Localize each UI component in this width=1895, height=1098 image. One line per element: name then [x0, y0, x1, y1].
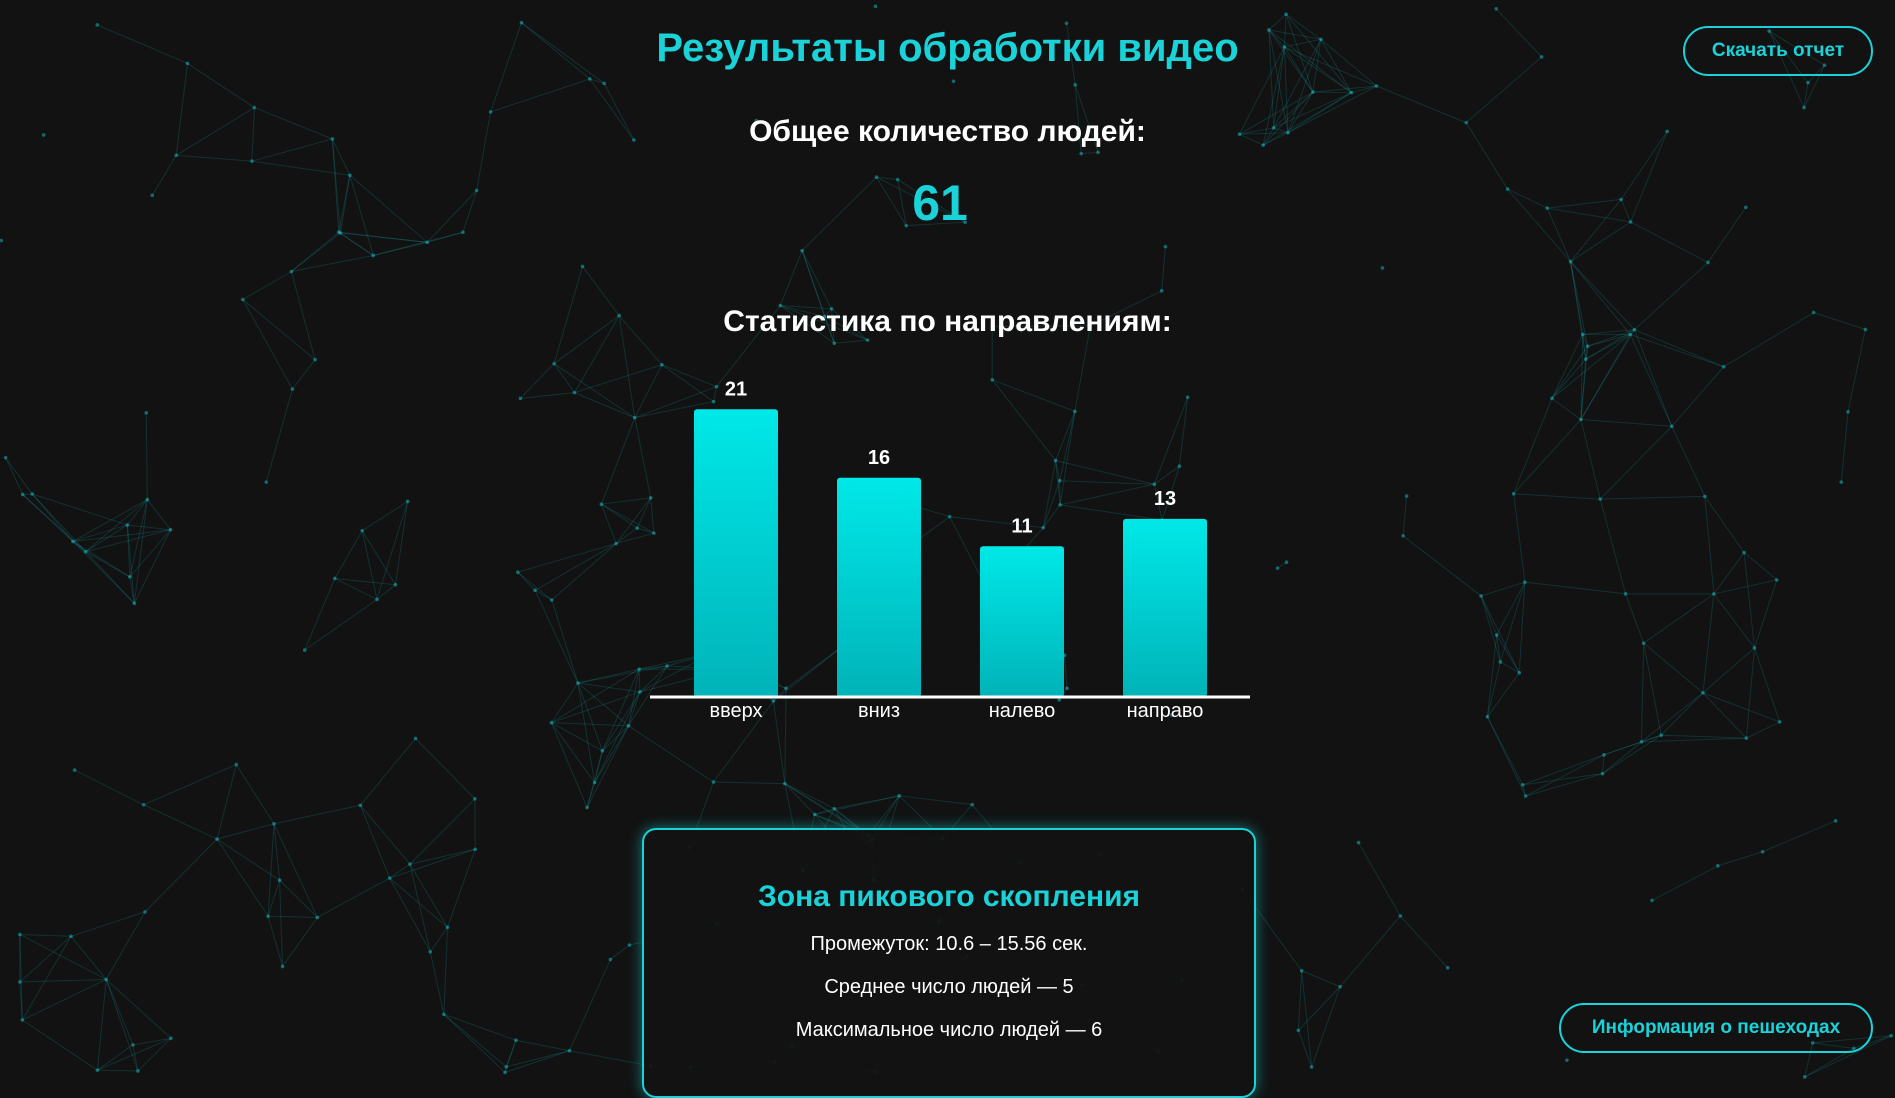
results-page: Результаты обработки видео Скачать отчет…	[0, 0, 1895, 1079]
bar-value-label: 21	[725, 378, 747, 400]
page-title: Результаты обработки видео	[0, 26, 1895, 71]
bar-value-label: 16	[868, 447, 890, 469]
bar-2	[980, 546, 1064, 697]
category-label: налево	[989, 700, 1055, 722]
total-people-value: 61	[0, 174, 1880, 232]
bar-value-label: 11	[1011, 515, 1032, 537]
bar-0	[694, 409, 778, 697]
total-people-label: Общее количество людей:	[0, 115, 1895, 149]
directions-stats-label: Статистика по направлениям:	[0, 305, 1895, 339]
bar-3	[1123, 519, 1207, 697]
bar-value-label: 13	[1154, 488, 1176, 510]
download-report-button[interactable]: Скачать отчет	[1683, 26, 1873, 76]
bar-1	[837, 478, 921, 697]
peak-zone-title: Зона пикового скопления	[644, 880, 1254, 914]
directions-bar-chart: 21 вверх 16 вниз 11 налево 13 направо	[640, 365, 1260, 735]
peak-interval: Промежуток: 10.6 – 15.56 сек.	[644, 933, 1254, 956]
category-label: направо	[1127, 700, 1204, 722]
peak-average: Среднее число людей — 5	[644, 976, 1254, 999]
category-label: вниз	[858, 700, 900, 722]
peak-zone-card: Зона пикового скопления Промежуток: 10.6…	[642, 828, 1256, 1098]
peak-maximum: Максимальное число людей — 6	[644, 1019, 1254, 1042]
pedestrian-info-button[interactable]: Информация о пешеходах	[1559, 1003, 1873, 1053]
category-label: вверх	[709, 700, 762, 722]
